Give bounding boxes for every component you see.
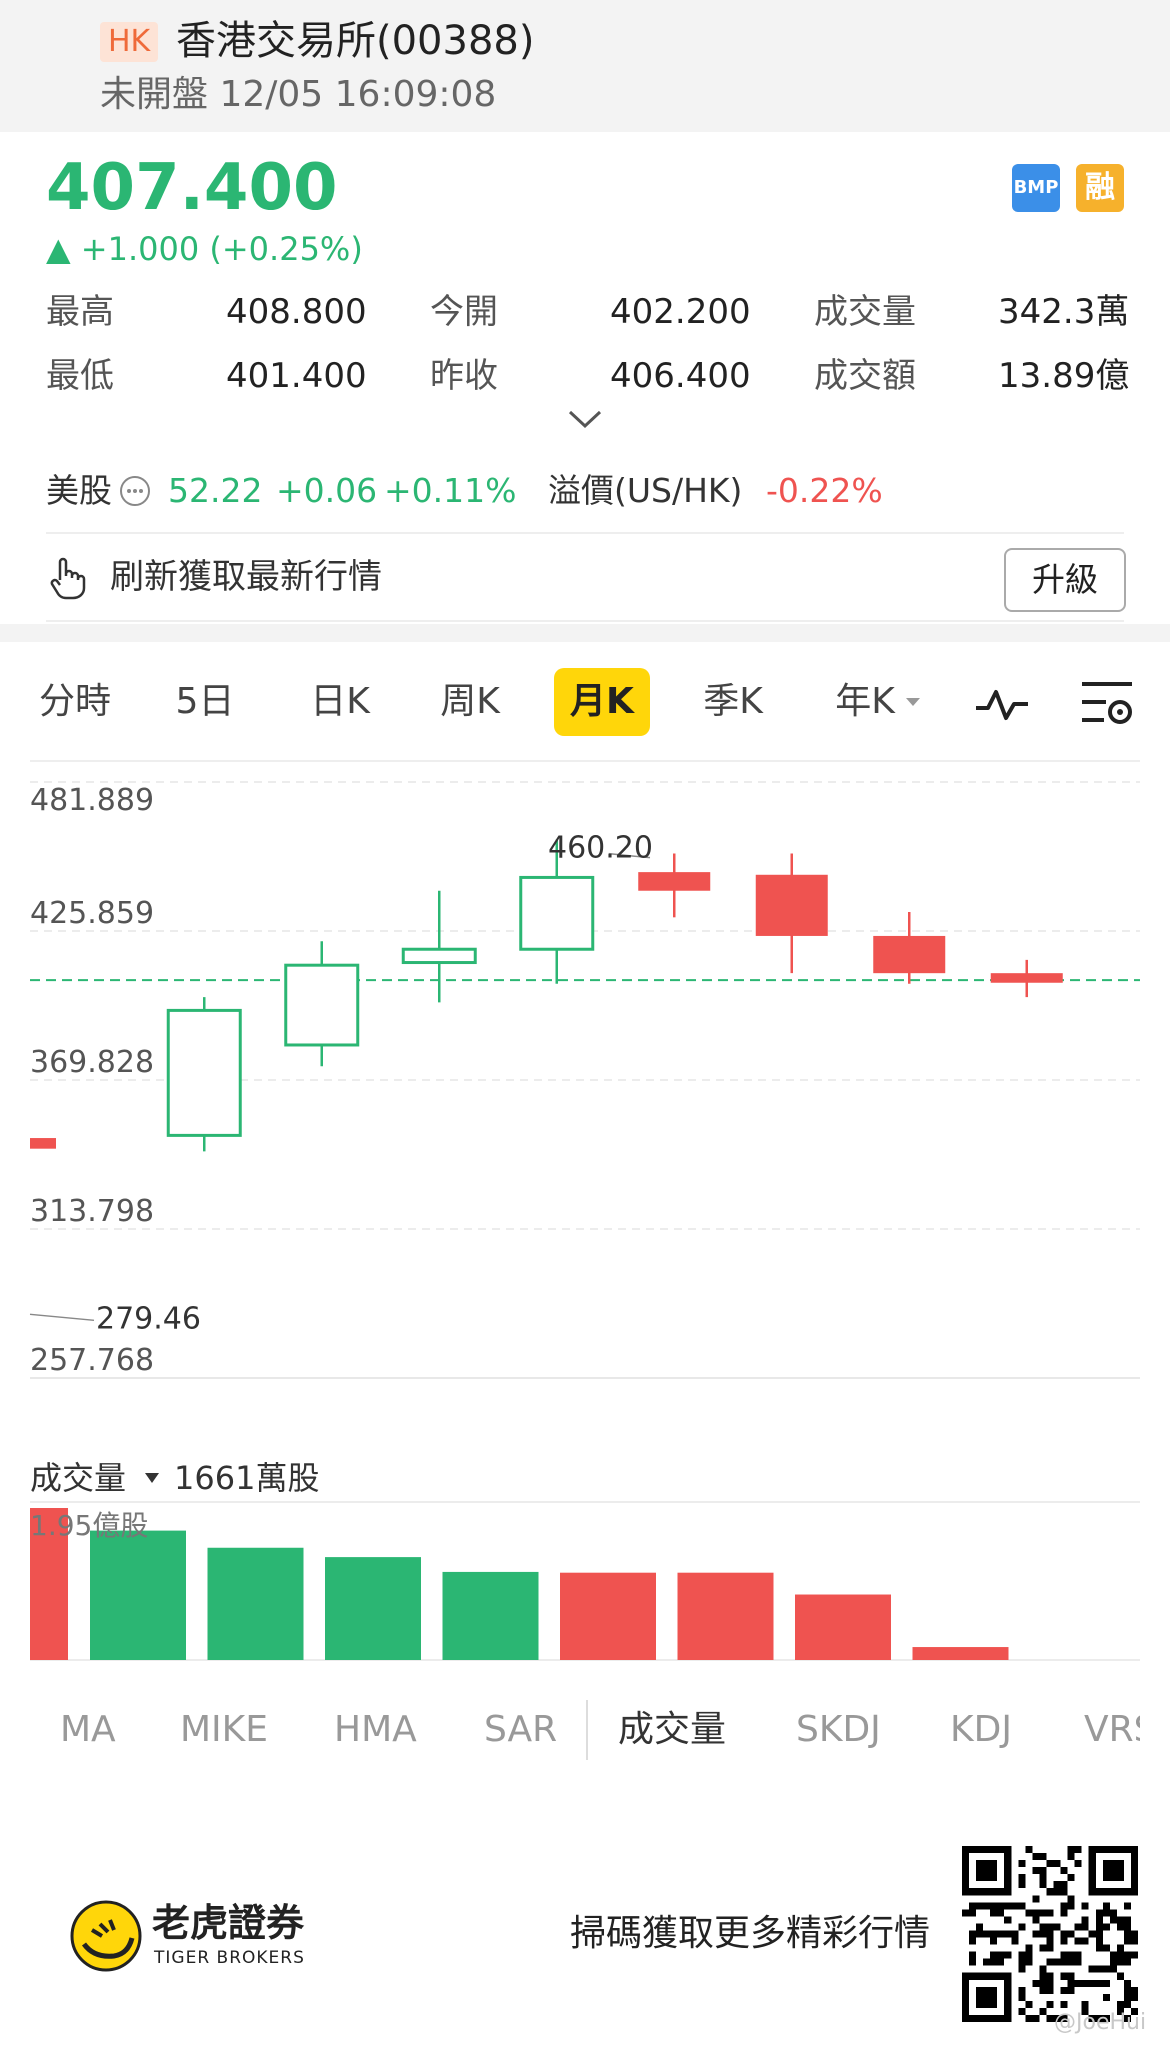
candle-body — [873, 935, 946, 974]
volume-bar — [912, 1647, 1009, 1660]
premium-label: 溢價(US/HK) — [548, 471, 743, 510]
tab-intraday[interactable]: 分時 — [30, 668, 120, 736]
stat-value-high: 408.800 — [226, 292, 367, 332]
stat-value-low: 401.400 — [226, 356, 367, 396]
volume-bar — [325, 1557, 421, 1660]
market-badge: HK — [100, 22, 159, 62]
volume-bar — [442, 1571, 539, 1660]
candle-body — [519, 875, 595, 951]
candle-body — [401, 947, 477, 965]
indicator-tab-kdj[interactable]: KDJ — [950, 1702, 1012, 1758]
qr-code[interactable] — [962, 1846, 1138, 2022]
stat-value-prev-close: 406.400 — [610, 356, 751, 396]
volume-bar — [90, 1530, 186, 1660]
high-annotation: 460.20 — [548, 831, 653, 866]
indicator-tab-mike[interactable]: MIKE — [180, 1702, 268, 1758]
caret-down-icon[interactable] — [144, 1472, 160, 1484]
caret-down-icon[interactable] — [904, 696, 922, 708]
candle-body — [755, 874, 828, 936]
margin-badge[interactable]: 融 — [1076, 164, 1124, 212]
tap-hand-icon — [50, 557, 86, 600]
upgrade-button[interactable]: 升級 — [1004, 548, 1126, 612]
stat-value-open: 402.200 — [610, 292, 751, 332]
volume-bars — [30, 1508, 1009, 1660]
indicator-wave-icon[interactable] — [974, 684, 1030, 724]
stat-value-turnover: 13.89億 — [998, 356, 1130, 396]
market-status: 未開盤 12/05 16:09:08 — [100, 74, 497, 115]
tab-quarterly-k[interactable]: 季K — [688, 668, 778, 736]
volume-bar — [795, 1594, 891, 1660]
tab-monthly-k[interactable]: 月K — [554, 668, 650, 736]
refresh-text[interactable]: 刷新獲取最新行情 — [110, 552, 382, 602]
stat-label-volume: 成交量 — [814, 292, 916, 332]
volume-max-label: 1.95億股 — [30, 1509, 149, 1542]
scan-prompt: 掃碼獲取更多精彩行情 — [570, 1913, 931, 1954]
stat-value-volume: 342.3萬 — [998, 292, 1130, 332]
volume-bar — [677, 1572, 774, 1660]
volume-current: 1661萬股 — [174, 1459, 320, 1497]
candle-body — [166, 1008, 242, 1137]
candle-body — [284, 963, 360, 1047]
chevron-down-icon[interactable] — [566, 406, 604, 432]
low-annotation: 279.46 — [96, 1301, 201, 1336]
stat-label-turnover: 成交額 — [814, 356, 916, 396]
last-price: 407.400 — [46, 151, 338, 225]
chart-settings-icon[interactable] — [1080, 678, 1136, 730]
bmp-badge[interactable]: BMP — [1012, 164, 1060, 212]
candle-body — [638, 872, 711, 891]
volume-bar — [560, 1572, 656, 1660]
tab-weekly-k[interactable]: 周K — [425, 668, 515, 736]
divider — [46, 620, 1124, 622]
indicator-tab-skdj[interactable]: SKDJ — [796, 1702, 881, 1758]
tab-yearly-k[interactable]: 年K — [820, 668, 910, 736]
stat-label-high: 最高 — [46, 292, 114, 332]
indicator-tab-hma[interactable]: HMA — [334, 1702, 417, 1758]
divider — [46, 532, 1124, 534]
y-tick-label: 313.798 — [30, 1194, 154, 1229]
tab-5day[interactable]: 5日 — [160, 668, 250, 736]
stat-label-open: 今開 — [430, 292, 498, 332]
us-stock-price: 52.22 — [168, 471, 263, 510]
divider — [586, 1700, 588, 1760]
indicator-tab-vrs[interactable]: VRS — [1084, 1702, 1140, 1758]
y-tick-label: 369.828 — [30, 1045, 154, 1080]
indicator-tab-volume[interactable]: 成交量 — [618, 1702, 726, 1758]
tab-daily-k[interactable]: 日K — [295, 668, 385, 736]
y-tick-label: 481.889 — [30, 783, 154, 818]
broker-name-en: TIGER BROKERS — [154, 1948, 305, 1968]
us-stock-change: +0.06 — [276, 471, 378, 510]
volume-bar — [207, 1547, 304, 1660]
indicator-tab-sar[interactable]: SAR — [484, 1702, 557, 1758]
annotation-leader — [29, 1313, 95, 1322]
candles — [30, 839, 1063, 1152]
volume-label[interactable]: 成交量 — [30, 1456, 126, 1500]
stock-name: 香港交易所(00388) — [176, 18, 535, 64]
tiger-logo-icon — [70, 1900, 142, 1972]
kline-chart[interactable]: 481.889 425.859 369.828 313.798 257.768 460.2… — [0, 760, 1170, 1680]
us-stock-pct: +0.11% — [384, 471, 517, 510]
watermark: @JoeHui — [1054, 2010, 1147, 2035]
y-tick-label: 257.768 — [30, 1343, 154, 1378]
us-stock-label: 美股 — [46, 471, 112, 510]
indicator-tab-ma[interactable]: MA — [60, 1702, 116, 1758]
more-dots-icon[interactable] — [118, 474, 152, 508]
price-change: ▲ +1.000 (+0.25%) — [46, 230, 363, 268]
stat-label-prev-close: 昨收 — [430, 356, 498, 396]
broker-name: 老虎證券 — [152, 1901, 305, 1945]
premium-value: -0.22% — [766, 471, 883, 510]
candle-body — [30, 1138, 56, 1149]
stat-label-low: 最低 — [46, 356, 114, 396]
candle-body — [990, 973, 1063, 983]
y-tick-label: 425.859 — [30, 896, 154, 931]
